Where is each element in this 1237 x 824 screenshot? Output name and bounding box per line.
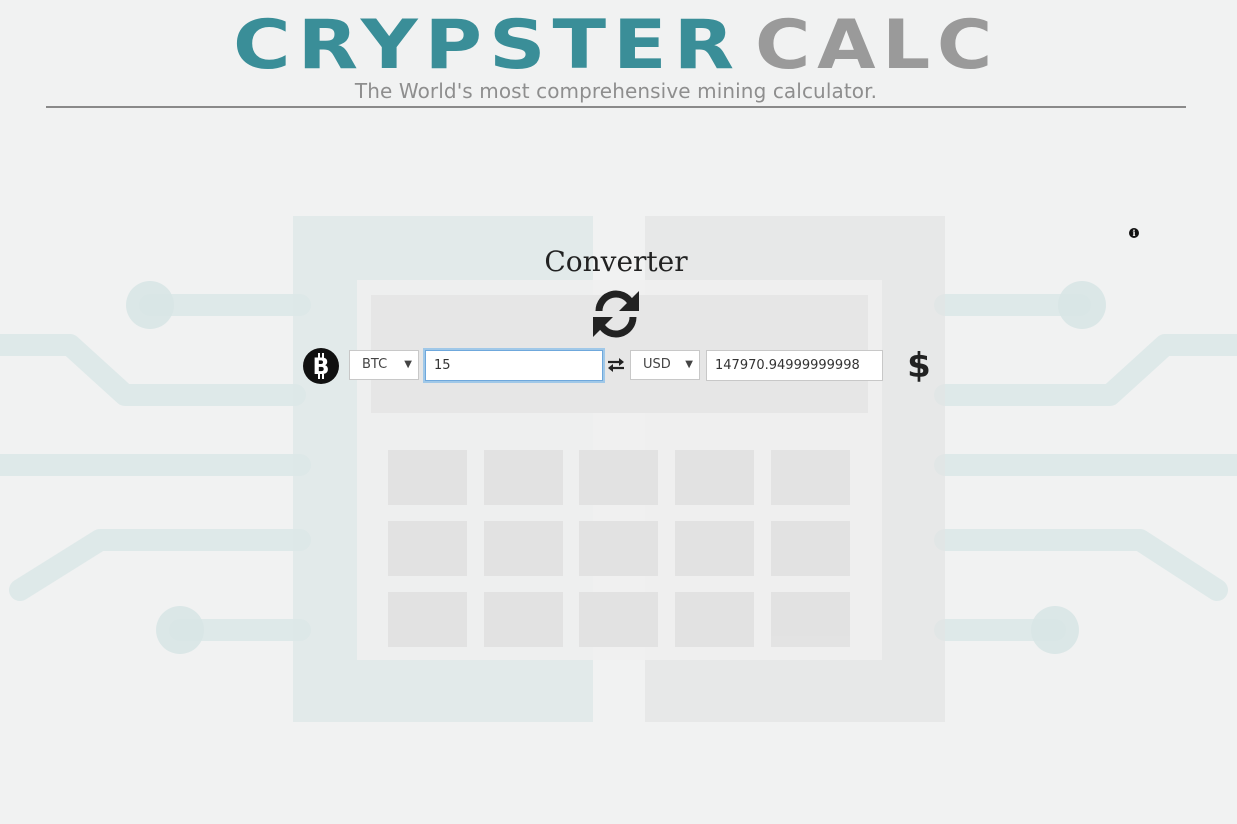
background-circuit — [0, 0, 1237, 824]
logo-primary-text: CRYPSTER — [233, 12, 741, 76]
from-currency-value: BTC — [362, 357, 388, 372]
result-value: 147970.94999999998 — [715, 358, 860, 373]
svg-text:B: B — [313, 355, 330, 380]
bitcoin-icon: B — [303, 348, 339, 384]
from-currency-select[interactable]: BTC ▼ — [349, 350, 419, 380]
info-icon[interactable]: i — [1129, 228, 1139, 238]
dollar-icon: $ — [908, 346, 930, 383]
amount-value: 15 — [434, 358, 451, 373]
refresh-icon[interactable] — [591, 289, 641, 339]
header-divider — [46, 106, 1186, 108]
tagline: The World's most comprehensive mining ca… — [354, 79, 878, 103]
chevron-down-icon: ▼ — [404, 359, 412, 370]
logo-secondary-text: CALC — [755, 12, 999, 76]
to-currency-value: USD — [643, 357, 671, 372]
chevron-down-icon: ▼ — [685, 359, 693, 370]
to-currency-select[interactable]: USD ▼ — [630, 350, 700, 380]
svg-text:$: $ — [908, 346, 930, 383]
amount-input[interactable]: 15 — [425, 350, 603, 381]
crypstercalc-logo[interactable]: CRYPSTER CALC — [233, 12, 1003, 76]
result-input[interactable]: 147970.94999999998 — [706, 350, 883, 381]
converter-title: Converter — [544, 245, 688, 278]
swap-arrows-icon[interactable] — [607, 357, 625, 373]
